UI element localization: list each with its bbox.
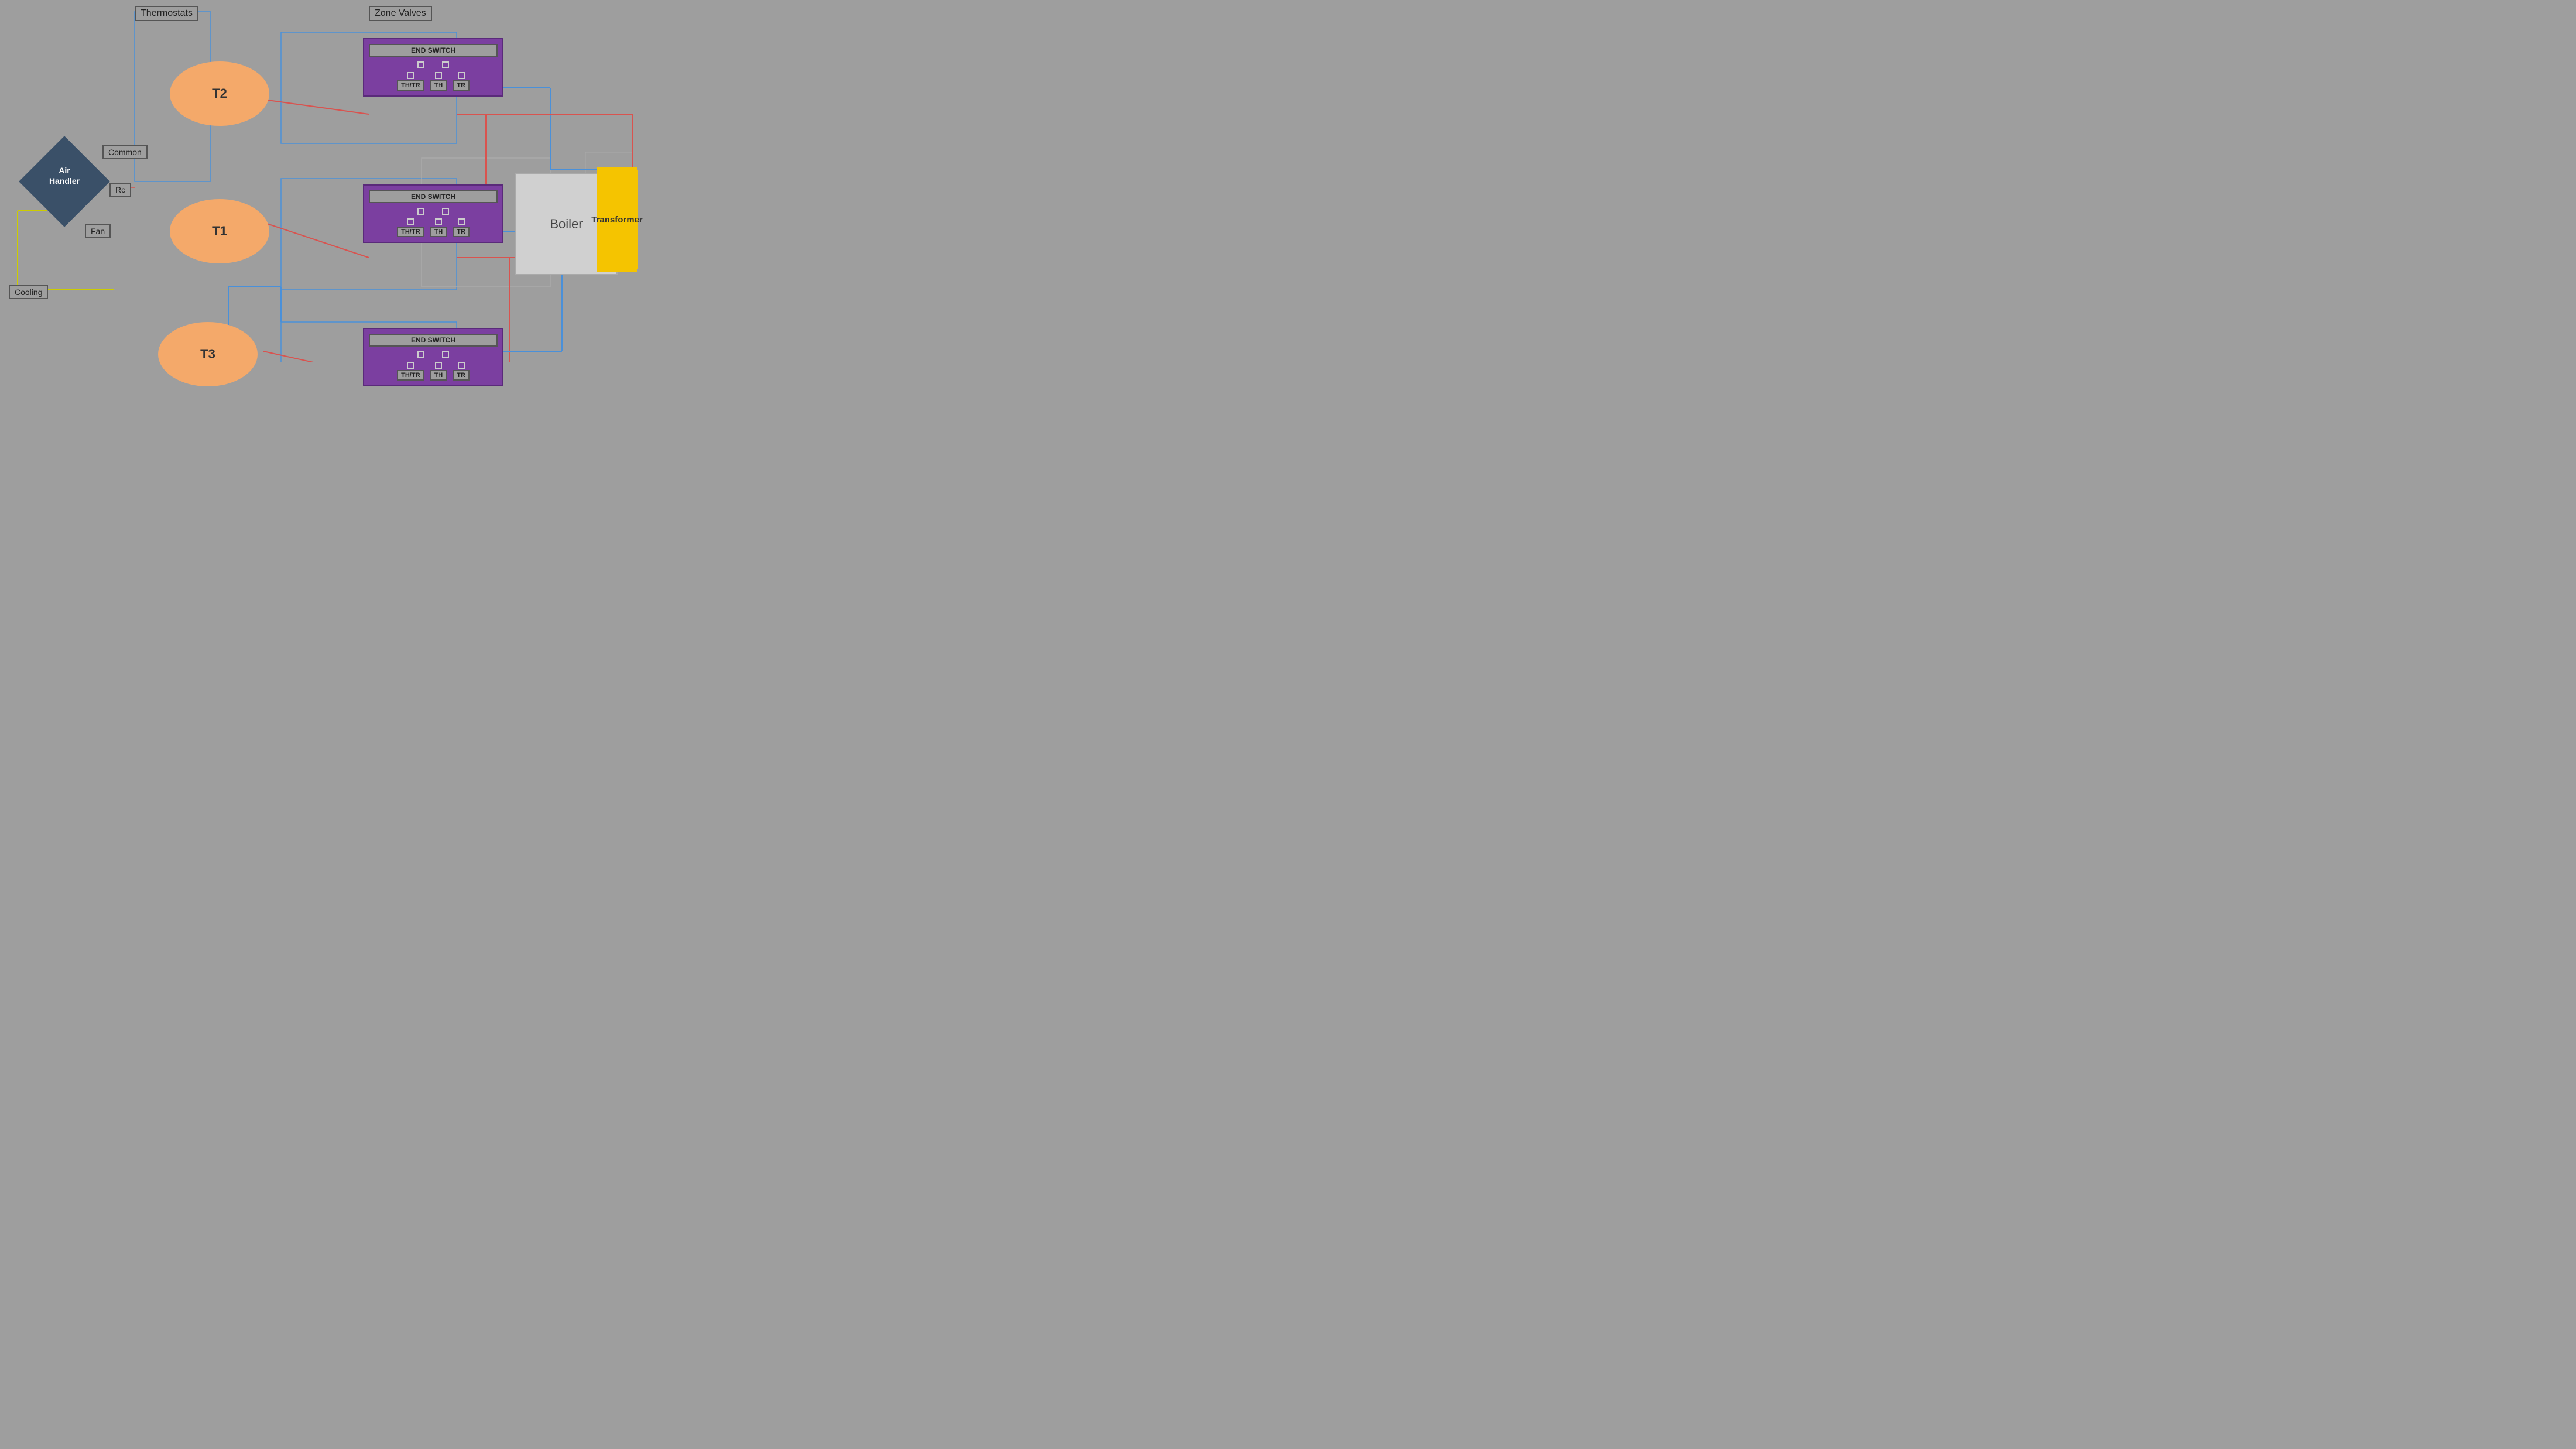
terminal-tr-t2: TR [453,72,470,91]
label-th-t1: TH [430,227,447,237]
label-thtr-t3: TH/TR [397,370,424,381]
zone-valve-t2: END SWITCH TH/TR TH TR [363,38,503,97]
terminals-t2: TH/TR TH TR [369,72,498,91]
pin-thtr-t1 [407,218,414,225]
label-th-t3: TH [430,370,447,381]
label-th-t2: TH [430,80,447,91]
terminal-tr-t1: TR [453,218,470,237]
pin-es1-t3 [417,351,424,358]
common-label: Common [102,145,148,159]
thermostats-label: Thermostats [135,6,198,21]
end-switch-pins-t2 [369,61,498,68]
thermostat-t1: T1 [170,199,269,263]
zone-valves-label: Zone Valves [369,6,432,21]
label-tr-t3: TR [453,370,470,381]
terminal-th-t2: TH [430,72,447,91]
pin-tr-t3 [458,362,465,369]
thermostat-t2: T2 [170,61,269,126]
end-switch-t3: END SWITCH [369,334,498,347]
pin-es1-t2 [417,61,424,68]
pin-tr-t1 [458,218,465,225]
label-thtr-t2: TH/TR [397,80,424,91]
pin-th-t2 [435,72,442,79]
terminal-th-t1: TH [430,218,447,237]
zone-valve-t1: END SWITCH TH/TR TH TR [363,184,503,243]
terminal-thtr-t2: TH/TR [397,72,424,91]
pin-th-t3 [435,362,442,369]
end-switch-t1: END SWITCH [369,190,498,203]
diagram: Thermostats Zone Valves T2 AirHandler Co… [0,0,644,362]
pin-es2-t1 [442,208,449,215]
rc-label: Rc [109,183,131,197]
pin-thtr-t3 [407,362,414,369]
transformer-box: Transformer [597,167,637,272]
pin-th-t1 [435,218,442,225]
zone-valve-t3: END SWITCH TH/TR TH TR [363,328,503,386]
thermostat-t3: T3 [158,322,258,386]
cooling-label: Cooling [9,285,48,299]
pin-es2-t2 [442,61,449,68]
terminal-th-t3: TH [430,362,447,381]
pin-es2-t3 [442,351,449,358]
terminals-t3: TH/TR TH TR [369,362,498,381]
fan-label: Fan [85,224,111,238]
air-handler-text: AirHandler [34,165,95,186]
label-tr-t1: TR [453,227,470,237]
end-switch-pins-t1 [369,208,498,215]
terminal-thtr-t1: TH/TR [397,218,424,237]
terminals-t1: TH/TR TH TR [369,218,498,237]
pin-tr-t2 [458,72,465,79]
terminal-thtr-t3: TH/TR [397,362,424,381]
pin-thtr-t2 [407,72,414,79]
label-tr-t2: TR [453,80,470,91]
end-switch-pins-t3 [369,351,498,358]
label-thtr-t1: TH/TR [397,227,424,237]
pin-es1-t1 [417,208,424,215]
terminal-tr-t3: TR [453,362,470,381]
end-switch-t2: END SWITCH [369,44,498,57]
